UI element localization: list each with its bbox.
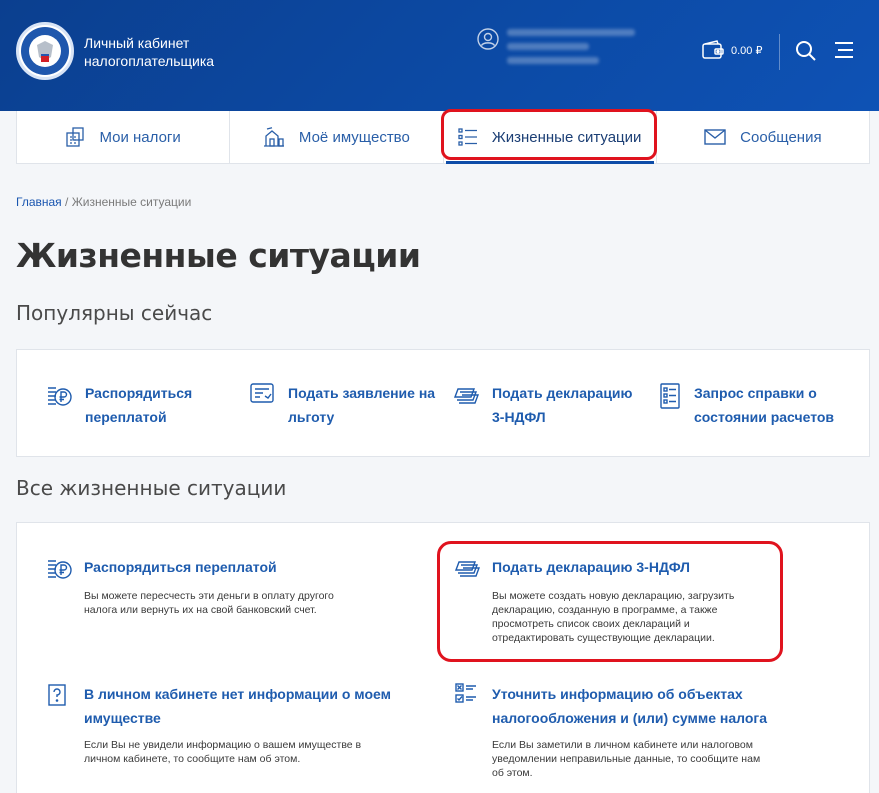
popular-item-line1: Распорядиться	[85, 385, 193, 401]
ruble-coins-icon	[48, 560, 72, 579]
popular-item-line2: переплатой	[85, 409, 167, 425]
popular-item-declaration[interactable]: Подать декларацию 3-НДФЛ	[454, 381, 633, 429]
document-list-icon	[660, 383, 680, 409]
popular-item-certificate[interactable]: Запрос справки о состоянии расчетов	[658, 381, 834, 429]
situation-desc-line: Если Вы не увидели информацию о вашем им…	[84, 739, 362, 751]
tab-label: Сообщения	[740, 128, 822, 146]
situation-missing-property[interactable]: В личном кабинете нет информации о моем …	[47, 682, 427, 782]
question-icon	[48, 684, 66, 706]
ruble-coins-icon	[48, 387, 72, 406]
brand-title[interactable]: Личный кабинет налогоплательщика	[84, 34, 214, 70]
brand-line2: налогоплательщика	[84, 53, 215, 69]
situation-title: В личном кабинете нет информации о моем …	[84, 682, 391, 730]
breadcrumb-home-link[interactable]: Главная	[16, 195, 62, 209]
situation-title-line2: налогообложения и (или) сумме налога	[492, 710, 767, 726]
situation-desc-line: об этом.	[492, 767, 533, 779]
popular-card: Распорядиться переплатой Подать заявлени…	[16, 349, 870, 457]
popular-item-line2: 3-НДФЛ	[492, 409, 546, 425]
popular-section-title: Популярны сейчас	[16, 301, 213, 325]
situation-desc-line: Вы можете пересчесть эти деньги в оплату…	[84, 590, 334, 602]
menu-icon[interactable]	[835, 42, 853, 63]
situation-title-line1: В личном кабинете нет информации о моем	[84, 686, 391, 702]
form-icon	[250, 383, 274, 403]
popular-item-benefit[interactable]: Подать заявление на льготу	[250, 381, 435, 429]
breadcrumb-current: Жизненные ситуации	[71, 195, 192, 209]
user-icon[interactable]	[477, 28, 499, 55]
fns-logo[interactable]	[16, 22, 74, 80]
search-icon[interactable]	[795, 40, 817, 67]
tab-my-property[interactable]: Моё имущество	[229, 111, 442, 163]
situation-desc-line: Если Вы заметили в личном кабинете или н…	[492, 739, 753, 751]
annotation-highlight-card	[437, 541, 783, 662]
user-name-redacted[interactable]	[507, 22, 647, 78]
breadcrumb: Главная / Жизненные ситуации	[16, 195, 191, 209]
tab-messages[interactable]: Сообщения	[655, 111, 869, 163]
popular-item-line1: Подать заявление на	[288, 385, 436, 401]
popular-item-line1: Подать декларацию	[492, 385, 633, 401]
documents-stack-icon	[454, 388, 480, 404]
tab-label: Мои налоги	[99, 128, 181, 146]
situation-desc-line: налога или вернуть их на свой банковский…	[84, 604, 317, 616]
calculator-icon	[66, 127, 85, 147]
all-section-title: Все жизненные ситуации	[16, 476, 287, 500]
annotation-highlight-tab	[441, 109, 657, 160]
property-icon	[263, 127, 284, 147]
popular-item-line2: льготу	[288, 409, 335, 425]
situation-clarify-info[interactable]: Уточнить информацию об объектах налогооб…	[455, 682, 835, 782]
envelope-icon	[704, 129, 726, 145]
situation-title: Уточнить информацию об объектах налогооб…	[492, 682, 767, 730]
situation-desc-line: личном кабинете, то сообщите нам об этом…	[84, 753, 301, 765]
popular-item-overpayment[interactable]: Распорядиться переплатой	[47, 381, 192, 429]
wallet-icon[interactable]	[702, 40, 724, 65]
situation-title: Распорядиться переплатой	[84, 559, 277, 575]
tab-my-taxes[interactable]: Мои налоги	[17, 111, 229, 163]
breadcrumb-separator: /	[61, 195, 72, 209]
popular-item-line1: Запрос справки о	[694, 385, 817, 401]
situation-title-line1: Уточнить информацию об объектах	[492, 686, 743, 702]
tab-label: Моё имущество	[298, 128, 410, 146]
popular-item-line2: состоянии расчетов	[694, 409, 835, 425]
checklist-icon	[455, 683, 476, 703]
balance-value[interactable]: 0.00 ₽	[731, 44, 762, 57]
header-divider	[779, 34, 780, 70]
top-header: Личный кабинет налогоплательщика 0.00 ₽	[0, 0, 879, 111]
page-title: Жизненные ситуации	[16, 236, 421, 275]
situation-desc-line: уведомлении неправильные данные, то сооб…	[492, 753, 761, 765]
situation-overpayment[interactable]: Распорядиться переплатой Вы можете перес…	[47, 555, 407, 655]
brand-line1: Личный кабинет	[84, 35, 190, 51]
situation-title-line2: имуществе	[84, 710, 161, 726]
